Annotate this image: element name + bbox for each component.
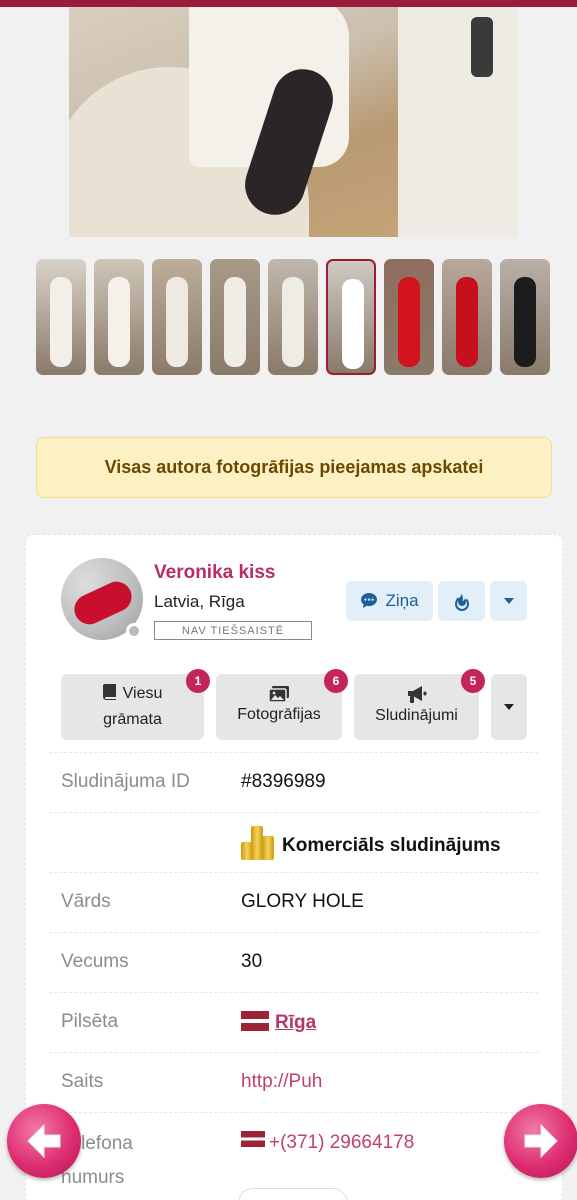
detail-row-phone: Telefona numurs +(371) 29664178	[49, 1112, 538, 1188]
detail-row-name: Vārds GLORY HOLE	[49, 872, 538, 932]
images-icon	[269, 686, 289, 702]
gallery-thumbnail[interactable]	[268, 259, 318, 375]
fire-button[interactable]	[438, 581, 485, 621]
gallery-thumbnail[interactable]	[500, 259, 550, 375]
photos-notice-text: Visas autora fotogrāfijas pieejamas apsk…	[104, 457, 484, 477]
previous-button[interactable]	[7, 1104, 81, 1178]
gallery-thumbnail[interactable]	[36, 259, 86, 375]
more-actions-dropdown[interactable]	[490, 581, 527, 621]
tab-ads[interactable]: Sludinājumi 5	[354, 669, 485, 740]
phone-label-line2: numurs	[61, 1167, 125, 1188]
ads-count-badge: 5	[461, 669, 485, 693]
coins-icon	[241, 826, 275, 860]
name-value: GLORY HOLE	[241, 891, 364, 912]
age-value: 30	[241, 951, 263, 972]
tab-guestbook-line1: Viesu	[102, 681, 163, 707]
latvia-flag-icon	[241, 1131, 265, 1147]
commercial-label: Komerciāls sludinājums	[241, 826, 501, 860]
city-value: Rīga	[275, 1012, 317, 1033]
profile-name[interactable]: Veronika kiss	[154, 562, 275, 584]
status-badge: Nav tiešsaistē	[154, 621, 312, 640]
name-label: Vārds	[61, 891, 111, 912]
ad-id-label: Sludinājuma ID	[61, 771, 190, 792]
photos-count-badge: 6	[324, 669, 348, 693]
photos-notice: Visas autora fotogrāfijas pieejamas apsk…	[36, 437, 552, 498]
detail-row-city: Pilsēta Rīga	[49, 992, 538, 1052]
latvia-flag-icon	[241, 1011, 269, 1031]
tab-photos-label: Fotogrāfijas	[237, 706, 321, 723]
tab-ads-label: Sludinājumi	[375, 706, 458, 724]
tab-guestbook-label-1: Viesu	[122, 685, 163, 702]
age-label: Vecums	[61, 951, 129, 972]
thumbnail-figure	[398, 277, 420, 367]
city-link[interactable]: Rīga	[241, 1011, 316, 1034]
photo-wall	[398, 7, 518, 237]
avatar-figure	[69, 576, 137, 630]
photo-bottle	[471, 17, 493, 77]
site-label: Saits	[61, 1071, 104, 1092]
gallery-thumbnail[interactable]	[94, 259, 144, 375]
detail-row-age: Vecums 30	[49, 932, 538, 992]
message-button-label: Ziņa	[385, 591, 419, 610]
tabs-more-dropdown[interactable]	[491, 674, 527, 740]
tab-guestbook[interactable]: Viesu grāmata 1	[61, 669, 210, 740]
thumbnail-figure	[342, 279, 364, 369]
next-button[interactable]	[504, 1104, 577, 1178]
message-button[interactable]: Ziņa	[346, 581, 433, 621]
top-accent-bar	[0, 0, 577, 7]
bottom-floating-pill[interactable]	[238, 1188, 348, 1200]
profile-location: Latvia, Rīga	[154, 592, 245, 611]
arrow-left-icon	[27, 1123, 61, 1159]
thumbnail-figure	[456, 277, 478, 367]
fire-icon	[454, 592, 469, 611]
guestbook-count-badge: 1	[186, 669, 210, 693]
gallery-thumbnail[interactable]	[210, 259, 260, 375]
arrow-right-icon	[524, 1123, 558, 1159]
gallery-thumbnail[interactable]	[152, 259, 202, 375]
main-photo[interactable]	[69, 7, 518, 237]
gallery-thumbnail[interactable]	[442, 259, 492, 375]
ad-id-value: #8396989	[241, 771, 326, 792]
chevron-down-icon	[503, 598, 514, 604]
commercial-label-text: Komerciāls sludinājums	[282, 835, 501, 856]
thumbnail-figure	[108, 277, 130, 367]
chevron-down-icon	[504, 704, 514, 710]
thumbnail-figure	[282, 277, 304, 367]
phone-value: +(371) 29664178	[269, 1132, 415, 1153]
gallery-thumbnail[interactable]	[384, 259, 434, 375]
thumbnail-figure	[50, 277, 72, 367]
tab-guestbook-label-2: grāmata	[103, 711, 162, 728]
details-table: Sludinājuma ID #8396989 Komerciāls sludi…	[49, 752, 538, 1188]
thumbnail-figure	[166, 277, 188, 367]
thumbnail-strip	[36, 259, 556, 376]
gallery-thumbnail[interactable]	[326, 259, 376, 375]
city-label: Pilsēta	[61, 1011, 119, 1032]
thumbnail-figure	[224, 277, 246, 367]
detail-row-ad-id: Sludinājuma ID #8396989	[49, 752, 538, 812]
message-icon	[361, 593, 378, 608]
thumbnail-figure	[514, 277, 536, 367]
tab-photos[interactable]: Fotogrāfijas 6	[216, 669, 348, 740]
book-icon	[102, 684, 116, 700]
megaphone-icon	[407, 685, 426, 703]
site-link[interactable]: http://Puh	[241, 1071, 322, 1093]
detail-row-site: Saits http://Puh	[49, 1052, 538, 1112]
detail-row-commercial: Komerciāls sludinājums	[49, 812, 538, 872]
phone-link[interactable]: +(371) 29664178	[241, 1131, 414, 1154]
online-status-dot	[126, 623, 142, 639]
